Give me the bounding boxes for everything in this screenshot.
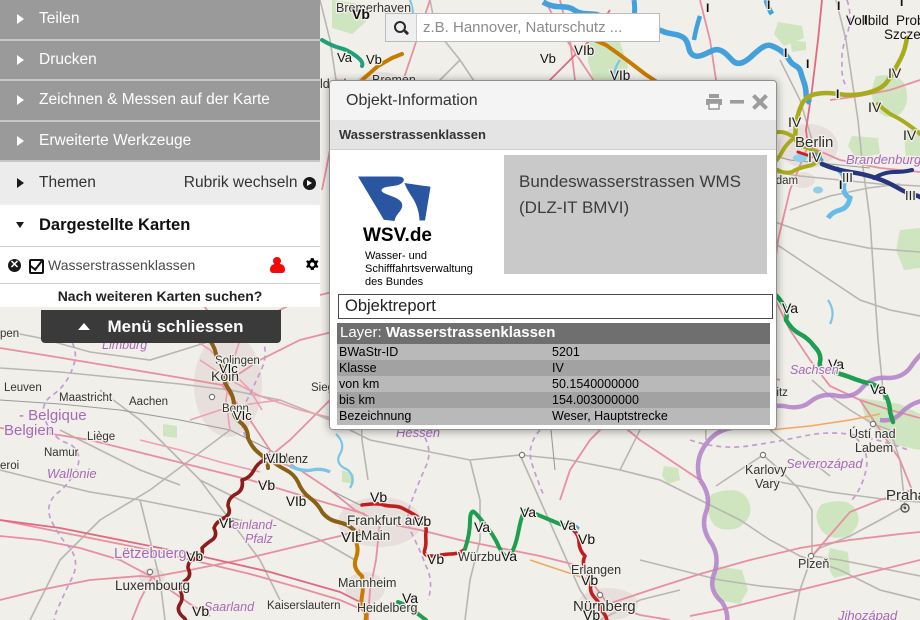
svg-text:Main: Main	[361, 528, 390, 543]
svg-text:I: I	[706, 1, 709, 15]
svg-text:Va: Va	[474, 519, 490, 535]
svg-text:Vary: Vary	[755, 477, 781, 491]
svg-text:Vb: Vb	[352, 6, 370, 22]
svg-text:Labem: Labem	[855, 441, 893, 455]
svg-text:WSV.de: WSV.de	[363, 225, 432, 246]
svg-text:eroi: eroi	[0, 460, 19, 472]
svg-text:VIb: VIb	[286, 494, 306, 509]
svg-text:Praha: Praha	[886, 487, 920, 504]
svg-text:Berlin: Berlin	[795, 134, 833, 151]
svg-text:Va: Va	[501, 548, 517, 564]
svg-text:Liège: Liège	[87, 431, 115, 443]
svg-text:IV: IV	[868, 99, 882, 115]
svg-text:IV: IV	[903, 127, 917, 143]
svg-text:Würzbu: Würzbu	[458, 550, 501, 564]
svg-text:Mannheim: Mannheim	[338, 576, 396, 590]
svg-text:Vb: Vb	[427, 551, 444, 567]
svg-text:Namur: Namur	[44, 447, 79, 459]
svg-text:pen: pen	[0, 328, 19, 340]
svg-text:Luxembourg: Luxembourg	[115, 578, 190, 593]
svg-text:Vb: Vb	[192, 603, 209, 619]
svg-text:I: I	[784, 46, 787, 60]
svg-text:Schifffahrtsverwaltung: Schifffahrtsverwaltung	[365, 263, 473, 275]
svg-text:Vb: Vb	[186, 548, 203, 564]
svg-text:einland-: einland-	[232, 518, 276, 532]
svg-text:Va: Va	[337, 50, 353, 65]
svg-text:des Bundes: des Bundes	[365, 276, 424, 286]
svg-text:IV: IV	[808, 149, 822, 165]
svg-text:Karlovy: Karlovy	[745, 463, 787, 477]
svg-text:Vb: Vb	[370, 489, 387, 505]
svg-text:Wallonie: Wallonie	[47, 466, 97, 481]
svg-text:Vb: Vb	[583, 607, 600, 620]
svg-text:Vb: Vb	[366, 52, 382, 67]
svg-text:Va: Va	[870, 381, 886, 397]
svg-text:Pfalz: Pfalz	[245, 532, 274, 546]
svg-text:VIb: VIb	[266, 451, 286, 466]
svg-text:Vb: Vb	[578, 531, 595, 547]
svg-text:Ústí nad: Ústí nad	[849, 426, 896, 441]
svg-text:VIc: VIc	[233, 408, 252, 423]
svg-text:Va: Va	[402, 590, 418, 606]
svg-text:Brandenburg: Brandenburg	[846, 152, 920, 167]
svg-text:Sachsen: Sachsen	[790, 363, 839, 377]
svg-text:Kaiserslautern: Kaiserslautern	[267, 600, 341, 612]
svg-text:VIb: VIb	[574, 43, 594, 58]
svg-text:I: I	[806, 57, 809, 71]
svg-text:Wasser- und: Wasser- und	[365, 250, 427, 262]
svg-text:I: I	[900, 0, 903, 9]
svg-text:III: III	[905, 188, 916, 203]
svg-text:Maastricht: Maastricht	[59, 392, 113, 404]
svg-text:I: I	[836, 87, 839, 101]
svg-text:Leuven: Leuven	[4, 382, 42, 394]
svg-text:I: I	[837, 0, 840, 13]
svg-text:III: III	[842, 170, 853, 185]
svg-text:Jihozápad: Jihozápad	[837, 608, 898, 620]
svg-text:Belgien: Belgien	[4, 422, 54, 439]
svg-text:Va: Va	[520, 504, 536, 520]
svg-text:Aachen: Aachen	[129, 396, 168, 408]
svg-text:Va: Va	[560, 517, 576, 533]
svg-text:Lëtzebuerg: Lëtzebuerg	[114, 546, 187, 562]
svg-text:Frankfurt am: Frankfurt am	[347, 513, 424, 528]
svg-text:I: I	[767, 0, 770, 12]
svg-text:Saarland: Saarland	[204, 600, 255, 614]
svg-text:VIc: VIc	[219, 361, 238, 376]
svg-text:Vb: Vb	[414, 513, 431, 529]
svg-text:IV: IV	[888, 65, 902, 81]
svg-text:Vb: Vb	[581, 572, 598, 588]
svg-text:Severozápad: Severozápad	[786, 456, 863, 471]
svg-text:Plzeň: Plzeň	[798, 557, 829, 571]
svg-text:IV: IV	[788, 114, 802, 130]
svg-text:Vb: Vb	[258, 477, 275, 493]
svg-text:Va: Va	[782, 300, 798, 316]
svg-text:Vb: Vb	[540, 51, 556, 66]
